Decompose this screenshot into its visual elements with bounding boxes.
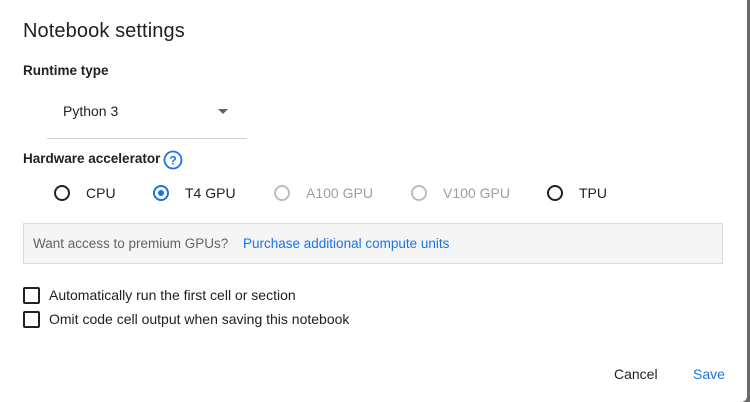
purchase-compute-units-link[interactable]: Purchase additional compute units <box>243 236 449 251</box>
checkbox-box <box>23 310 40 328</box>
radio-cpu[interactable]: CPU <box>54 180 116 206</box>
runtime-type-value: Python 3 <box>63 103 119 119</box>
notebook-settings-dialog: Notebook settings Runtime type Python 3 … <box>0 0 747 402</box>
radio-circle-disabled <box>274 185 290 201</box>
radio-label-tpu: TPU <box>579 185 607 201</box>
radio-tpu[interactable]: TPU <box>547 180 607 206</box>
runtime-type-select[interactable]: Python 3 <box>47 92 247 139</box>
save-button[interactable]: Save <box>693 366 725 382</box>
hardware-accelerator-options: CPU T4 GPU A100 GPU V100 GPU TPU <box>0 180 747 206</box>
omit-output-checkbox[interactable]: Omit code cell output when saving this n… <box>23 309 349 329</box>
hardware-accelerator-label: Hardware accelerator <box>23 151 161 166</box>
auto-run-first-cell-label: Automatically run the first cell or sect… <box>49 287 296 303</box>
premium-gpu-banner: Want access to premium GPUs? Purchase ad… <box>23 223 723 264</box>
radio-a100-gpu: A100 GPU <box>274 180 373 206</box>
help-circle-icon[interactable]: ? <box>163 150 183 170</box>
auto-run-first-cell-checkbox[interactable]: Automatically run the first cell or sect… <box>23 285 296 305</box>
radio-label-a100-gpu: A100 GPU <box>306 185 373 201</box>
premium-gpu-text: Want access to premium GPUs? <box>33 236 229 251</box>
radio-circle-checked <box>153 185 169 201</box>
dialog-title: Notebook settings <box>23 20 185 42</box>
radio-label-t4-gpu: T4 GPU <box>185 185 236 201</box>
runtime-type-label: Runtime type <box>23 63 109 78</box>
radio-v100-gpu: V100 GPU <box>411 180 510 206</box>
radio-t4-gpu[interactable]: T4 GPU <box>153 180 236 206</box>
radio-circle <box>54 185 70 201</box>
dropdown-caret-icon <box>218 109 228 114</box>
radio-label-v100-gpu: V100 GPU <box>443 185 510 201</box>
omit-output-label: Omit code cell output when saving this n… <box>49 311 350 327</box>
svg-text:?: ? <box>169 154 176 168</box>
radio-label-cpu: CPU <box>86 185 116 201</box>
radio-circle-disabled <box>411 185 427 201</box>
checkbox-box <box>23 286 40 304</box>
radio-circle <box>547 185 563 201</box>
cancel-button[interactable]: Cancel <box>614 366 658 382</box>
